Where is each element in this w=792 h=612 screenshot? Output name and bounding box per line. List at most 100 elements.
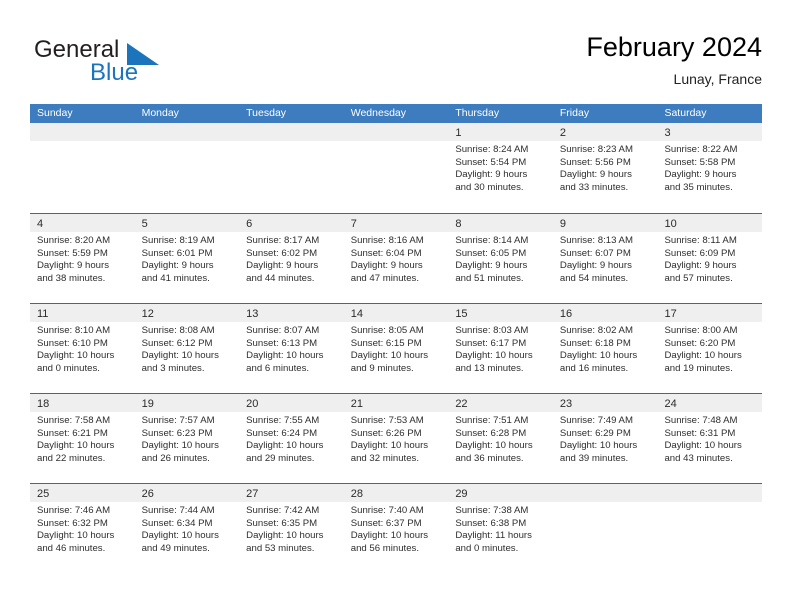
sun-info-line: and 26 minutes. [141,452,210,464]
day-number: 17 [664,308,677,320]
day-sun-info: Sunrise: 7:48 AM Sunset: 6:31 PM Daylight:… [657,412,762,465]
day-sun-info: Sunrise: 8:19 AM Sunset: 6:01 PM Daylight:… [135,232,240,285]
day-number-band: 15 [448,304,553,322]
day-cell-12[interactable]: 12 Sunrise: 8:08 AM Sunset: 6:12 PM Dayligh… [134,304,240,393]
sun-info-line: Daylight: 10 hours [350,350,429,362]
sun-info-line: and 41 minutes. [141,272,210,284]
day-number: 27 [246,488,259,500]
day-cell-18[interactable]: 18 Sunrise: 7:58 AM Sunset: 6:21 PM Dayligh… [30,394,135,483]
day-cell-11[interactable]: 11 Sunrise: 8:10 AM Sunset: 6:10 PM Dayligh… [30,304,135,393]
day-number: 16 [559,308,573,320]
sun-info-line: Sunrise: 7:42 AM [246,505,320,516]
day-cell-13[interactable]: 13 Sunrise: 8:07 AM Sunset: 6:13 PM Dayligh… [239,304,344,393]
sun-info-line: Daylight: 10 hours [664,440,742,452]
sun-info-line: Daylight: 9 hours [141,260,214,272]
sun-info-line: Sunset: 6:28 PM [455,427,527,439]
day-sun-info: Sunrise: 8:00 AM Sunset: 6:20 PM Daylight:… [657,322,762,375]
day-cell-15[interactable]: 15 Sunrise: 8:03 AM Sunset: 6:17 PM Dayligh… [448,304,553,393]
day-number-band: 8 [448,214,553,232]
day-number: 2 [559,127,567,139]
day-cell-25[interactable]: 25 Sunrise: 7:46 AM Sunset: 6:32 PM Dayligh… [30,484,135,573]
day-number: 25 [37,488,50,500]
day-cell-4[interactable]: 4 Sunrise: 8:20 AM Sunset: 5:59 PM Daylight… [30,214,135,303]
weekday-header-sunday: Sunday [37,107,73,119]
day-cell-28[interactable]: 28 Sunrise: 7:40 AM Sunset: 6:37 PM Dayligh… [343,484,449,573]
sun-info-line: Daylight: 10 hours [350,530,429,542]
sun-info-line: and 6 minutes. [246,362,310,374]
day-cell-23[interactable]: 23 Sunrise: 7:49 AM Sunset: 6:29 PM Dayligh… [552,394,658,483]
sun-info-line: Sunrise: 7:53 AM [350,415,424,426]
sun-info-line: Daylight: 10 hours [455,350,533,362]
sun-info-line: Sunset: 6:38 PM [455,517,527,529]
day-number: 26 [141,488,154,500]
sun-info-line: Daylight: 9 hours [455,169,528,181]
sun-info-line: Sunrise: 8:19 AM [141,235,215,246]
day-sun-info: Sunrise: 8:23 AM Sunset: 5:56 PM Daylight:… [553,141,658,194]
day-cell-19[interactable]: 19 Sunrise: 7:57 AM Sunset: 6:23 PM Dayligh… [134,394,240,483]
day-cell-1[interactable]: 1 Sunrise: 8:24 AM Sunset: 5:54 PM Daylight… [448,123,553,213]
day-number: 8 [455,218,462,230]
day-cell-26[interactable]: 26 Sunrise: 7:44 AM Sunset: 6:34 PM Dayligh… [134,484,240,573]
day-sun-info: Sunrise: 8:07 AM Sunset: 6:13 PM Daylight:… [239,322,344,375]
sun-info-line: and 39 minutes. [559,452,629,464]
day-number: 14 [350,308,363,320]
day-cell-24[interactable]: 24 Sunrise: 7:48 AM Sunset: 6:31 PM Dayligh… [657,394,763,483]
location-subtitle: Lunay, France [673,71,762,87]
day-sun-info: Sunrise: 8:14 AM Sunset: 6:05 PM Daylight:… [448,232,553,285]
day-cell-5[interactable]: 5 Sunrise: 8:19 AM Sunset: 6:01 PM Daylight… [134,214,240,303]
day-cell-6[interactable]: 6 Sunrise: 8:17 AM Sunset: 6:02 PM Daylight… [239,214,344,303]
day-sun-info: Sunrise: 7:46 AM Sunset: 6:32 PM Daylight:… [30,502,135,555]
sun-info-line: and 30 minutes. [455,181,524,193]
sun-info-line: and 53 minutes. [246,542,315,554]
day-number-band: 12 [134,304,240,322]
day-cell-27[interactable]: 27 Sunrise: 7:42 AM Sunset: 6:35 PM Dayligh… [239,484,344,573]
day-cell-9[interactable]: 9 Sunrise: 8:13 AM Sunset: 6:07 PM Daylight… [552,214,658,303]
day-number-band: 1 [448,123,553,141]
day-number-band: 10 [657,214,763,232]
sun-info-line: Sunset: 6:35 PM [246,517,318,529]
day-number: 4 [37,218,44,230]
sun-info-line: Sunrise: 8:17 AM [246,235,320,246]
day-cell-17[interactable]: 17 Sunrise: 8:00 AM Sunset: 6:20 PM Dayligh… [657,304,763,393]
calendar-grid: Sunday Monday Tuesday Wednesday Thursday Frid… [30,104,763,573]
sun-info-line: Sunset: 6:21 PM [37,427,108,439]
sun-info-line: Sunrise: 8:08 AM [141,325,215,336]
sun-info-line: and 43 minutes. [664,452,733,464]
sun-info-line: Sunrise: 8:02 AM [559,325,633,336]
page-title: February 2024 [586,32,762,62]
day-sun-info: Sunrise: 7:44 AM Sunset: 6:34 PM Daylight:… [135,502,240,555]
sun-info-line: and 57 minutes. [664,272,733,284]
day-cell-21[interactable]: 21 Sunrise: 7:53 AM Sunset: 6:26 PM Dayligh… [343,394,449,483]
day-cell-14[interactable]: 14 Sunrise: 8:05 AM Sunset: 6:15 PM Dayligh… [343,304,449,393]
sun-info-line: Sunrise: 7:51 AM [455,415,529,426]
day-cell-8[interactable]: 8 Sunrise: 8:14 AM Sunset: 6:05 PM Daylight… [448,214,553,303]
general-blue-logo[interactable]: General Blue [30,36,250,92]
sun-info-line: Daylight: 10 hours [37,350,115,362]
day-cell-29[interactable]: 29 Sunrise: 7:38 AM Sunset: 6:38 PM Dayligh… [448,484,553,573]
sun-info-line: Sunrise: 8:11 AM [664,235,737,246]
day-number-band: 6 [239,214,344,232]
day-sun-info: Sunrise: 7:57 AM Sunset: 6:23 PM Daylight:… [135,412,240,465]
day-number-band: 3 [657,123,763,141]
day-cell-20[interactable]: 20 Sunrise: 7:55 AM Sunset: 6:24 PM Dayligh… [239,394,344,483]
day-cell-empty [134,123,240,213]
day-cell-7[interactable]: 7 Sunrise: 8:16 AM Sunset: 6:04 PM Daylight… [343,214,449,303]
calendar-weeks: 1 Sunrise: 8:24 AM Sunset: 5:54 PM Daylight… [30,123,763,573]
day-cell-3[interactable]: 3 Sunrise: 8:22 AM Sunset: 5:58 PM Daylight… [657,123,763,213]
day-cell-16[interactable]: 16 Sunrise: 8:02 AM Sunset: 6:18 PM Dayligh… [552,304,658,393]
sun-info-line: Sunset: 6:10 PM [37,337,108,349]
day-number: 5 [141,218,148,230]
day-sun-info: Sunrise: 7:58 AM Sunset: 6:21 PM Daylight:… [30,412,135,465]
day-number-band: 5 [134,214,240,232]
day-number-band [30,123,135,141]
sun-info-line: Sunrise: 7:55 AM [246,415,320,426]
day-number-band: 7 [343,214,449,232]
day-cell-10[interactable]: 10 Sunrise: 8:11 AM Sunset: 6:09 PM Dayligh… [657,214,763,303]
day-cell-empty [239,123,344,213]
day-number-band: 9 [552,214,658,232]
day-cell-22[interactable]: 22 Sunrise: 7:51 AM Sunset: 6:28 PM Dayligh… [448,394,553,483]
sun-info-line: Sunrise: 7:48 AM [664,415,738,426]
day-cell-2[interactable]: 2 Sunrise: 8:23 AM Sunset: 5:56 PM Daylight… [552,123,658,213]
sun-info-line: and 0 minutes. [37,362,100,374]
sun-info-line: Daylight: 9 hours [664,169,737,181]
